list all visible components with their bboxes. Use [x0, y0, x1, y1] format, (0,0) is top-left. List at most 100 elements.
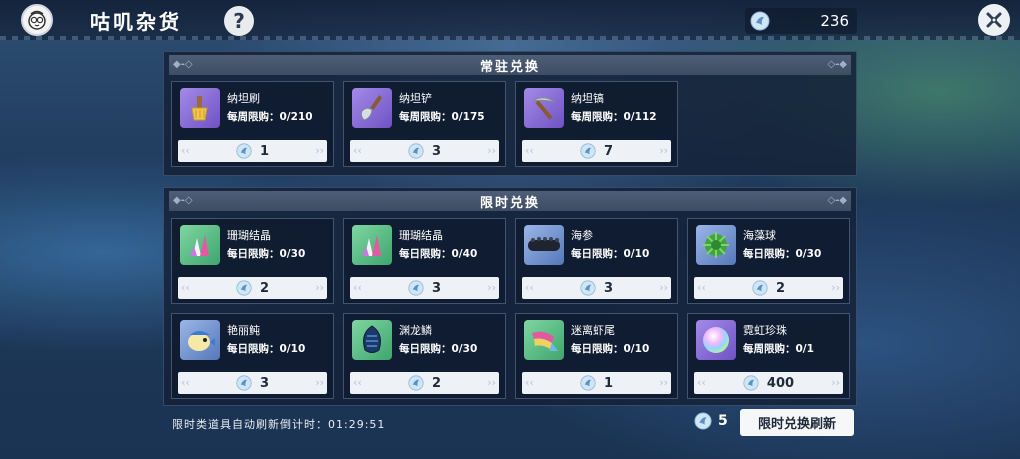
item-name: 霓虹珍珠	[743, 324, 787, 337]
item-limit: 每日限购：0/30	[743, 248, 822, 260]
item-name: 渊龙鳞	[399, 324, 432, 337]
item-name: 纳坦刷	[227, 92, 260, 105]
item-limit: 每日限购：0/10	[571, 343, 650, 355]
shop-item-card[interactable]: 珊瑚结晶 每日限购：0/40 ‹‹ 3 ››	[343, 218, 506, 304]
price-button[interactable]: ‹‹ 1 ››	[178, 140, 327, 162]
limited-exchange-panel: ◆-◇ 限时兑换 ◇-◆ 珊瑚结晶 每日限购：0/30 ‹‹ 2 ›› 珊瑚结晶…	[163, 187, 857, 406]
shop-item-card[interactable]: 海参 每日限购：0/10 ‹‹ 3 ››	[515, 218, 678, 304]
crystal-currency-icon	[694, 412, 712, 430]
item-limit: 每日限购：0/10	[571, 248, 650, 260]
shop-item-card[interactable]: 珊瑚结晶 每日限购：0/30 ‹‹ 2 ››	[171, 218, 334, 304]
item-name: 艳丽鲀	[227, 324, 260, 337]
price-button[interactable]: ‹‹ 2 ››	[178, 277, 327, 299]
chevron-left-icon: ‹‹	[525, 376, 534, 389]
regular-exchange-panel: ◆-◇ 常驻兑换 ◇-◆ 纳坦刷 每周限购：0/210 ‹‹ 1 ›› 纳坦铲 …	[163, 51, 857, 176]
top-bar: 咕叽杂货 ? 236	[0, 0, 1020, 40]
chevron-left-icon: ‹‹	[697, 376, 706, 389]
item-limit: 每日限购：0/10	[227, 343, 306, 355]
shop-logo-icon	[21, 4, 53, 36]
shop-item-card[interactable]: 渊龙鳞 每日限购：0/30 ‹‹ 2 ››	[343, 313, 506, 399]
close-icon	[986, 12, 1002, 28]
crystal-currency-icon	[408, 375, 424, 391]
price-button[interactable]: ‹‹ 400 ››	[694, 372, 843, 394]
pufferfish-icon	[180, 320, 220, 360]
pickaxe-icon	[524, 88, 564, 128]
crystal-currency-icon	[408, 143, 424, 159]
chevron-left-icon: ‹‹	[181, 144, 190, 157]
item-limit: 每周限购：0/175	[399, 111, 485, 123]
chevron-left-icon: ‹‹	[697, 281, 706, 294]
item-name: 迷离虾尾	[571, 324, 615, 337]
item-price: 2	[259, 280, 270, 296]
currency-display: 236	[745, 8, 857, 34]
item-name: 海藻球	[743, 229, 776, 242]
shop-item-card[interactable]: 霓虹珍珠 每周限购：0/1 ‹‹ 400 ››	[687, 313, 850, 399]
chevron-right-icon: ››	[659, 376, 668, 389]
item-name: 珊瑚结晶	[399, 229, 443, 242]
shop-item-card[interactable]: 纳坦镐 每周限购：0/112 ‹‹ 7 ››	[515, 81, 678, 167]
price-button[interactable]: ‹‹ 3 ››	[350, 140, 499, 162]
price-button[interactable]: ‹‹ 3 ››	[178, 372, 327, 394]
item-price: 3	[603, 280, 614, 296]
shovel-icon	[352, 88, 392, 128]
crystal-currency-icon	[752, 280, 768, 296]
crystal-currency-icon	[580, 143, 596, 159]
header-ornament-right: ◇-◆	[827, 59, 847, 70]
price-button[interactable]: ‹‹ 3 ››	[350, 277, 499, 299]
item-price: 1	[259, 143, 270, 159]
shop-item-card[interactable]: 艳丽鲀 每日限购：0/10 ‹‹ 3 ››	[171, 313, 334, 399]
refresh-cost-value: 5	[718, 413, 728, 429]
shop-item-card[interactable]: 纳坦铲 每周限购：0/175 ‹‹ 3 ››	[343, 81, 506, 167]
item-limit: 每周限购：0/112	[571, 111, 657, 123]
shop-item-card[interactable]: 海藻球 每日限购：0/30 ‹‹ 2 ››	[687, 218, 850, 304]
page-title: 咕叽杂货	[90, 10, 182, 34]
limited-exchange-header: ◆-◇ 限时兑换 ◇-◆	[169, 191, 851, 211]
item-limit: 每日限购：0/30	[399, 343, 478, 355]
header-ornament-left: ◆-◇	[173, 195, 193, 206]
crystal-currency-icon	[580, 375, 596, 391]
chevron-left-icon: ‹‹	[181, 376, 190, 389]
currency-amount: 236	[820, 12, 849, 30]
item-price: 7	[603, 143, 614, 159]
chevron-right-icon: ››	[659, 144, 668, 157]
help-button[interactable]: ?	[224, 6, 254, 36]
price-button[interactable]: ‹‹ 3 ››	[522, 277, 671, 299]
limited-exchange-title: 限时兑换	[479, 195, 540, 211]
item-name: 海参	[571, 229, 593, 242]
item-price: 2	[431, 375, 442, 391]
crystal-currency-icon	[743, 375, 759, 391]
item-limit: 每周限购：0/1	[743, 343, 814, 355]
chevron-right-icon: ››	[315, 144, 324, 157]
shop-item-card[interactable]: 纳坦刷 每周限购：0/210 ‹‹ 1 ››	[171, 81, 334, 167]
crystal-currency-icon	[580, 280, 596, 296]
seaweed-ball-icon	[696, 225, 736, 265]
chevron-left-icon: ‹‹	[181, 281, 190, 294]
item-name: 纳坦铲	[399, 92, 432, 105]
price-button[interactable]: ‹‹ 1 ››	[522, 372, 671, 394]
price-button[interactable]: ‹‹ 7 ››	[522, 140, 671, 162]
price-button[interactable]: ‹‹ 2 ››	[694, 277, 843, 299]
crystal-currency-icon	[750, 11, 770, 31]
crystal-currency-icon	[236, 143, 252, 159]
sea-cucumber-icon	[524, 225, 564, 265]
crystal-currency-icon	[408, 280, 424, 296]
item-price: 3	[431, 280, 442, 296]
chevron-left-icon: ‹‹	[353, 281, 362, 294]
help-icon: ?	[233, 9, 245, 33]
chevron-right-icon: ››	[487, 376, 496, 389]
item-name: 珊瑚结晶	[227, 229, 271, 242]
coral-crystal-icon	[180, 225, 220, 265]
item-price: 2	[775, 280, 786, 296]
price-button[interactable]: ‹‹ 2 ››	[350, 372, 499, 394]
dragon-scale-icon	[352, 320, 392, 360]
header-ornament-right: ◇-◆	[827, 195, 847, 206]
shop-item-card[interactable]: 迷离虾尾 每日限购：0/10 ‹‹ 1 ››	[515, 313, 678, 399]
item-limit: 每周限购：0/210	[227, 111, 313, 123]
chevron-right-icon: ››	[831, 376, 840, 389]
coral-crystal-icon	[352, 225, 392, 265]
close-button[interactable]	[978, 4, 1010, 36]
limited-refresh-button[interactable]: 限时兑换刷新	[740, 409, 854, 436]
item-name: 纳坦镐	[571, 92, 604, 105]
chevron-left-icon: ‹‹	[525, 281, 534, 294]
brush-icon	[180, 88, 220, 128]
